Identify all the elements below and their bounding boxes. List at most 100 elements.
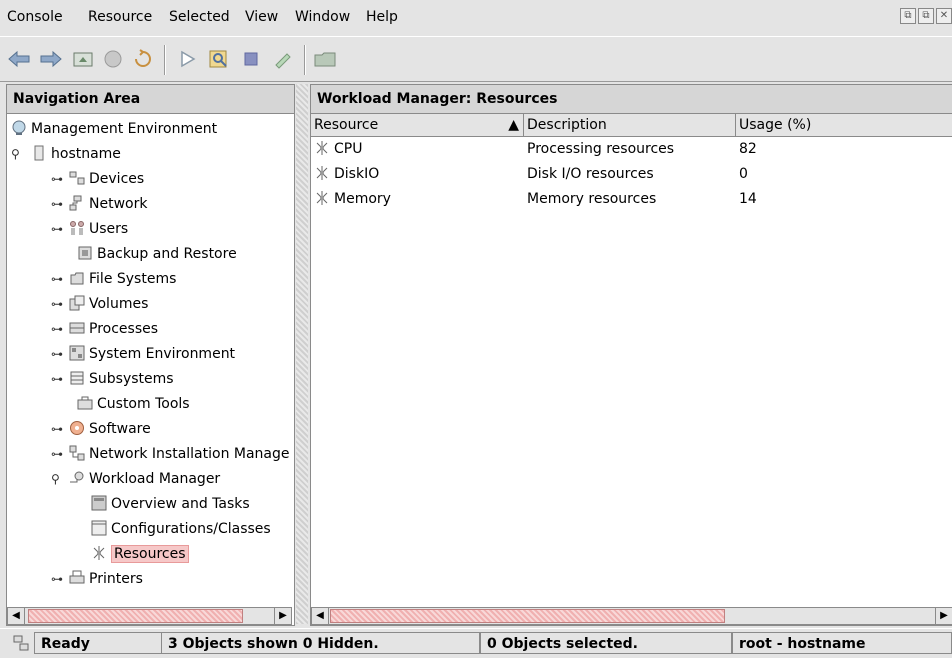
resource-name: CPU xyxy=(334,141,363,157)
tree-item-label: hostname xyxy=(51,146,121,162)
description-cell: Memory resources xyxy=(527,191,657,207)
resource-icon xyxy=(314,190,330,206)
workload-manager-icon xyxy=(69,470,85,486)
back-arrow-icon[interactable] xyxy=(6,46,32,72)
network-installation-icon xyxy=(69,445,85,461)
collapsed-toggle-icon[interactable]: ⊶ xyxy=(51,267,65,291)
printer-icon xyxy=(69,570,85,586)
overview-icon xyxy=(91,495,107,511)
column-header-usage[interactable]: Usage (%) xyxy=(736,114,952,136)
stop-square-icon[interactable] xyxy=(238,46,264,72)
tree-item-network-installation-manager[interactable]: ⊶ Network Installation Manage xyxy=(51,442,290,466)
run-icon[interactable] xyxy=(174,46,200,72)
description-cell: Disk I/O resources xyxy=(527,166,654,182)
scroll-left-icon[interactable]: ◀ xyxy=(312,608,329,624)
menu-selected[interactable]: Selected xyxy=(169,9,230,25)
folder-icon[interactable] xyxy=(312,46,338,72)
expanded-toggle-icon[interactable]: ⚲ xyxy=(51,467,65,491)
collapsed-toggle-icon[interactable]: ⊶ xyxy=(51,192,65,216)
tree-item-label: Subsystems xyxy=(89,371,174,387)
tree-item-printers[interactable]: ⊶ Printers xyxy=(51,567,143,591)
resource-cell: Memory xyxy=(311,187,391,212)
scrollbar-thumb[interactable] xyxy=(28,609,243,623)
tree-item-label: Management Environment xyxy=(31,121,218,137)
tree-item-file-systems[interactable]: ⊶ File Systems xyxy=(51,267,176,291)
tree-item-custom-tools[interactable]: Custom Tools xyxy=(77,392,190,416)
column-header-resource[interactable]: Resource ▲ xyxy=(311,114,524,136)
table-row[interactable]: DiskIO Disk I/O resources 0 xyxy=(311,162,952,187)
tree-item-workload-manager[interactable]: ⚲ Workload Manager xyxy=(51,467,220,491)
tree-item-configurations-classes[interactable]: Configurations/Classes xyxy=(91,517,271,541)
collapsed-toggle-icon[interactable]: ⊶ xyxy=(51,217,65,241)
scrollbar-thumb[interactable] xyxy=(330,609,725,623)
scroll-left-icon[interactable]: ◀ xyxy=(8,608,25,624)
tree-item-subsystems[interactable]: ⊶ Subsystems xyxy=(51,367,174,391)
menu-window[interactable]: Window xyxy=(295,9,350,25)
usage-cell: 14 xyxy=(739,191,757,207)
tree-item-software[interactable]: ⊶ Software xyxy=(51,417,151,441)
volumes-icon xyxy=(69,295,85,311)
tree-item-label: File Systems xyxy=(89,271,177,287)
panel-splitter[interactable] xyxy=(296,84,308,624)
navigation-horizontal-scrollbar[interactable]: ◀ ▶ xyxy=(7,607,292,625)
status-user: root - hostname xyxy=(732,632,952,654)
network-icon xyxy=(69,195,85,211)
restore-icon[interactable]: ⧉ xyxy=(900,8,916,24)
tree-item-hostname[interactable]: ⚲ hostname xyxy=(11,142,121,166)
configurations-icon xyxy=(91,520,107,536)
forward-arrow-icon[interactable] xyxy=(38,46,64,72)
menu-help[interactable]: Help xyxy=(366,9,398,25)
server-icon xyxy=(31,145,47,161)
collapsed-toggle-icon[interactable]: ⊶ xyxy=(51,167,65,191)
table-row[interactable]: CPU Processing resources 82 xyxy=(311,137,952,162)
tree-item-overview-and-tasks[interactable]: Overview and Tasks xyxy=(91,492,250,516)
resource-name: DiskIO xyxy=(334,166,380,182)
tree-item-processes[interactable]: ⊶ Processes xyxy=(51,317,158,341)
menu-resource[interactable]: Resource xyxy=(88,9,152,25)
table-header: Resource ▲ Description Usage (%) xyxy=(311,114,952,137)
tree-item-devices[interactable]: ⊶ Devices xyxy=(51,167,144,191)
subsystems-icon xyxy=(69,370,85,386)
tree-item-label: Workload Manager xyxy=(89,471,221,487)
column-header-description[interactable]: Description xyxy=(524,114,736,136)
maximize-icon[interactable]: ⧉ xyxy=(918,8,934,24)
collapsed-toggle-icon[interactable]: ⊶ xyxy=(51,317,65,341)
refresh-icon[interactable] xyxy=(130,46,156,72)
menu-console[interactable]: Console xyxy=(7,9,63,25)
find-icon[interactable] xyxy=(206,46,232,72)
toolbar-separator xyxy=(304,45,306,75)
column-label: Usage (%) xyxy=(739,117,812,133)
table-row[interactable]: Memory Memory resources 14 xyxy=(311,187,952,212)
scroll-right-icon[interactable]: ▶ xyxy=(935,608,952,624)
tree-item-label: Printers xyxy=(89,571,143,587)
scroll-right-icon[interactable]: ▶ xyxy=(274,608,291,624)
collapsed-toggle-icon[interactable]: ⊶ xyxy=(51,292,65,316)
collapsed-toggle-icon[interactable]: ⊶ xyxy=(51,417,65,441)
pencil-icon[interactable] xyxy=(270,46,296,72)
expanded-toggle-icon[interactable]: ⚲ xyxy=(11,142,25,166)
stop-icon[interactable] xyxy=(100,46,126,72)
tree-item-label: Network xyxy=(89,196,148,212)
tree-item-label: System Environment xyxy=(89,346,236,362)
tree-item-system-environment[interactable]: ⊶ System Environment xyxy=(51,342,235,366)
collapsed-toggle-icon[interactable]: ⊶ xyxy=(51,567,65,591)
tree-item-backup-and-restore[interactable]: Backup and Restore xyxy=(77,242,237,266)
tree-item-label: Overview and Tasks xyxy=(111,496,250,512)
tree-item-resources[interactable]: Resources xyxy=(91,542,189,566)
tree-item-volumes[interactable]: ⊶ Volumes xyxy=(51,292,148,316)
file-systems-icon xyxy=(69,270,85,286)
window-controls: ⧉ ⧉ ✕ xyxy=(900,8,952,24)
resources-horizontal-scrollbar[interactable]: ◀ ▶ xyxy=(311,607,952,625)
menu-view[interactable]: View xyxy=(245,9,278,25)
menu-bar: Console Resource Selected View Window He… xyxy=(0,0,952,36)
up-folder-icon[interactable] xyxy=(70,46,96,72)
collapsed-toggle-icon[interactable]: ⊶ xyxy=(51,442,65,466)
tree-item-users[interactable]: ⊶ Users xyxy=(51,217,128,241)
collapsed-toggle-icon[interactable]: ⊶ xyxy=(51,367,65,391)
column-label: Description xyxy=(527,117,607,133)
collapsed-toggle-icon[interactable]: ⊶ xyxy=(51,342,65,366)
tree-item-network[interactable]: ⊶ Network xyxy=(51,192,147,216)
system-environment-icon xyxy=(69,345,85,361)
tree-item-management-environment[interactable]: Management Environment xyxy=(11,117,217,141)
close-icon[interactable]: ✕ xyxy=(936,8,952,24)
